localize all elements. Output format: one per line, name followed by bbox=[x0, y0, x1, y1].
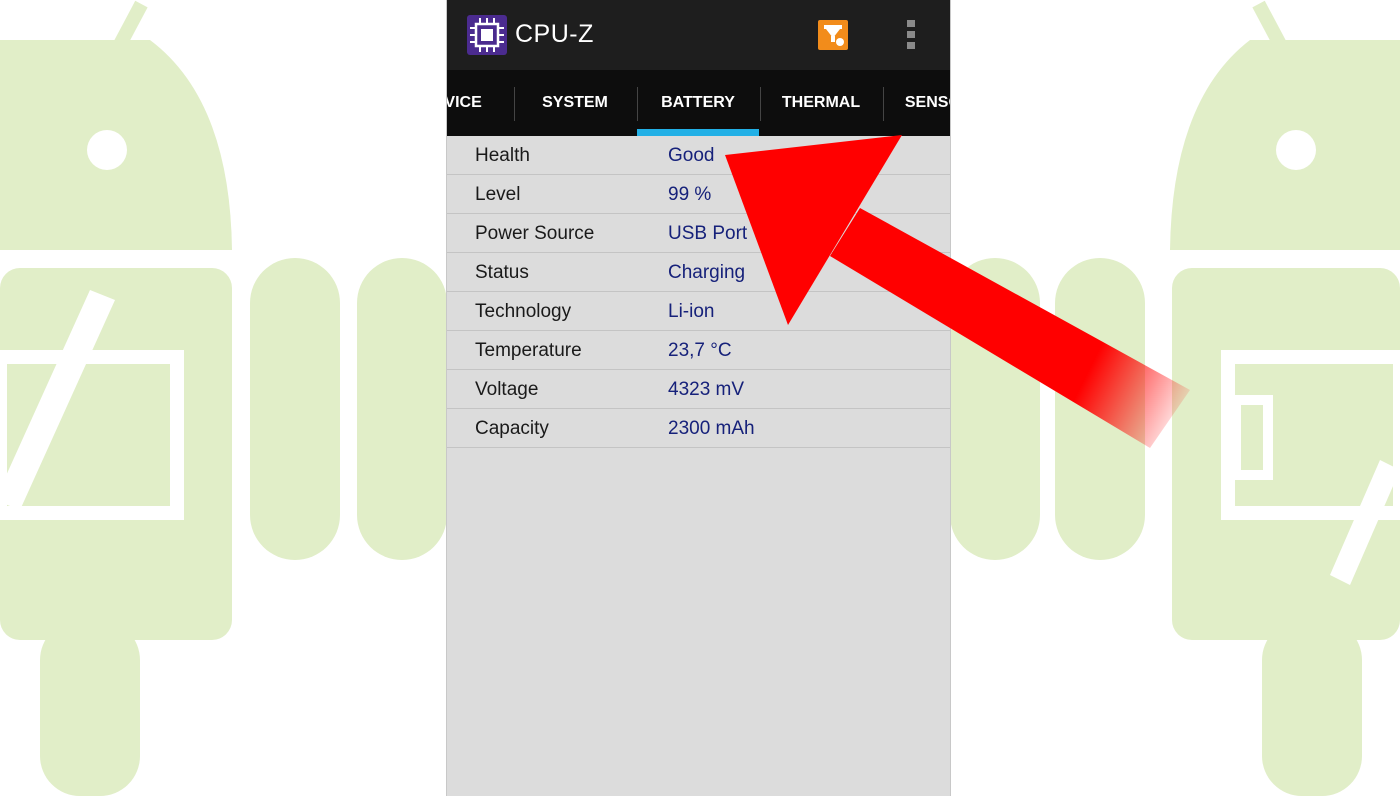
row-label: Capacity bbox=[475, 418, 549, 439]
row-value: USB Port bbox=[668, 223, 748, 244]
row-label: Status bbox=[475, 262, 529, 283]
battery-row-health: Health Good bbox=[447, 136, 950, 175]
row-value: Good bbox=[668, 145, 715, 166]
row-label: Voltage bbox=[475, 379, 539, 400]
battery-row-status: Status Charging bbox=[447, 253, 950, 292]
overflow-menu-icon[interactable] bbox=[899, 18, 923, 52]
battery-info-list: Health Good Level 99 % Power Source USB … bbox=[447, 136, 950, 448]
tab-thermal[interactable]: THERMAL bbox=[760, 70, 882, 136]
row-value: Charging bbox=[668, 262, 746, 283]
battery-row-power-source: Power Source USB Port bbox=[447, 214, 950, 253]
row-value: 99 % bbox=[668, 184, 712, 205]
row-label: Power Source bbox=[475, 223, 595, 244]
row-value: Li-ion bbox=[668, 301, 715, 322]
tab-battery[interactable]: BATTERY bbox=[637, 70, 759, 136]
battery-row-voltage: Voltage 4323 mV bbox=[447, 370, 950, 409]
tab-device[interactable]: DEVICE bbox=[447, 70, 513, 136]
row-label: Health bbox=[475, 145, 530, 166]
tab-bar: DEVICE SYSTEM BATTERY THERMAL SENSORS bbox=[447, 70, 950, 136]
row-value: 23,7 °C bbox=[668, 340, 732, 361]
app-bar: CPU-Z bbox=[447, 0, 950, 70]
row-value: 4323 mV bbox=[668, 379, 745, 400]
cpu-chip-icon bbox=[467, 15, 507, 55]
row-label: Technology bbox=[475, 301, 572, 322]
row-value: 2300 mAh bbox=[668, 418, 755, 439]
app-title: CPU-Z bbox=[515, 20, 594, 48]
tab-sensors[interactable]: SENSORS bbox=[883, 70, 950, 136]
tab-system[interactable]: SYSTEM bbox=[514, 70, 636, 136]
phone-screen: CPU-Z DEVICE SYSTEM BATTERY THERMAL SENS… bbox=[447, 0, 950, 796]
battery-row-level: Level 99 % bbox=[447, 175, 950, 214]
row-label: Level bbox=[475, 184, 521, 205]
battery-row-temperature: Temperature 23,7 °C bbox=[447, 331, 950, 370]
row-label: Temperature bbox=[475, 340, 582, 361]
battery-row-technology: Technology Li-ion bbox=[447, 292, 950, 331]
validate-icon[interactable] bbox=[818, 20, 848, 50]
battery-row-capacity: Capacity 2300 mAh bbox=[447, 409, 950, 448]
